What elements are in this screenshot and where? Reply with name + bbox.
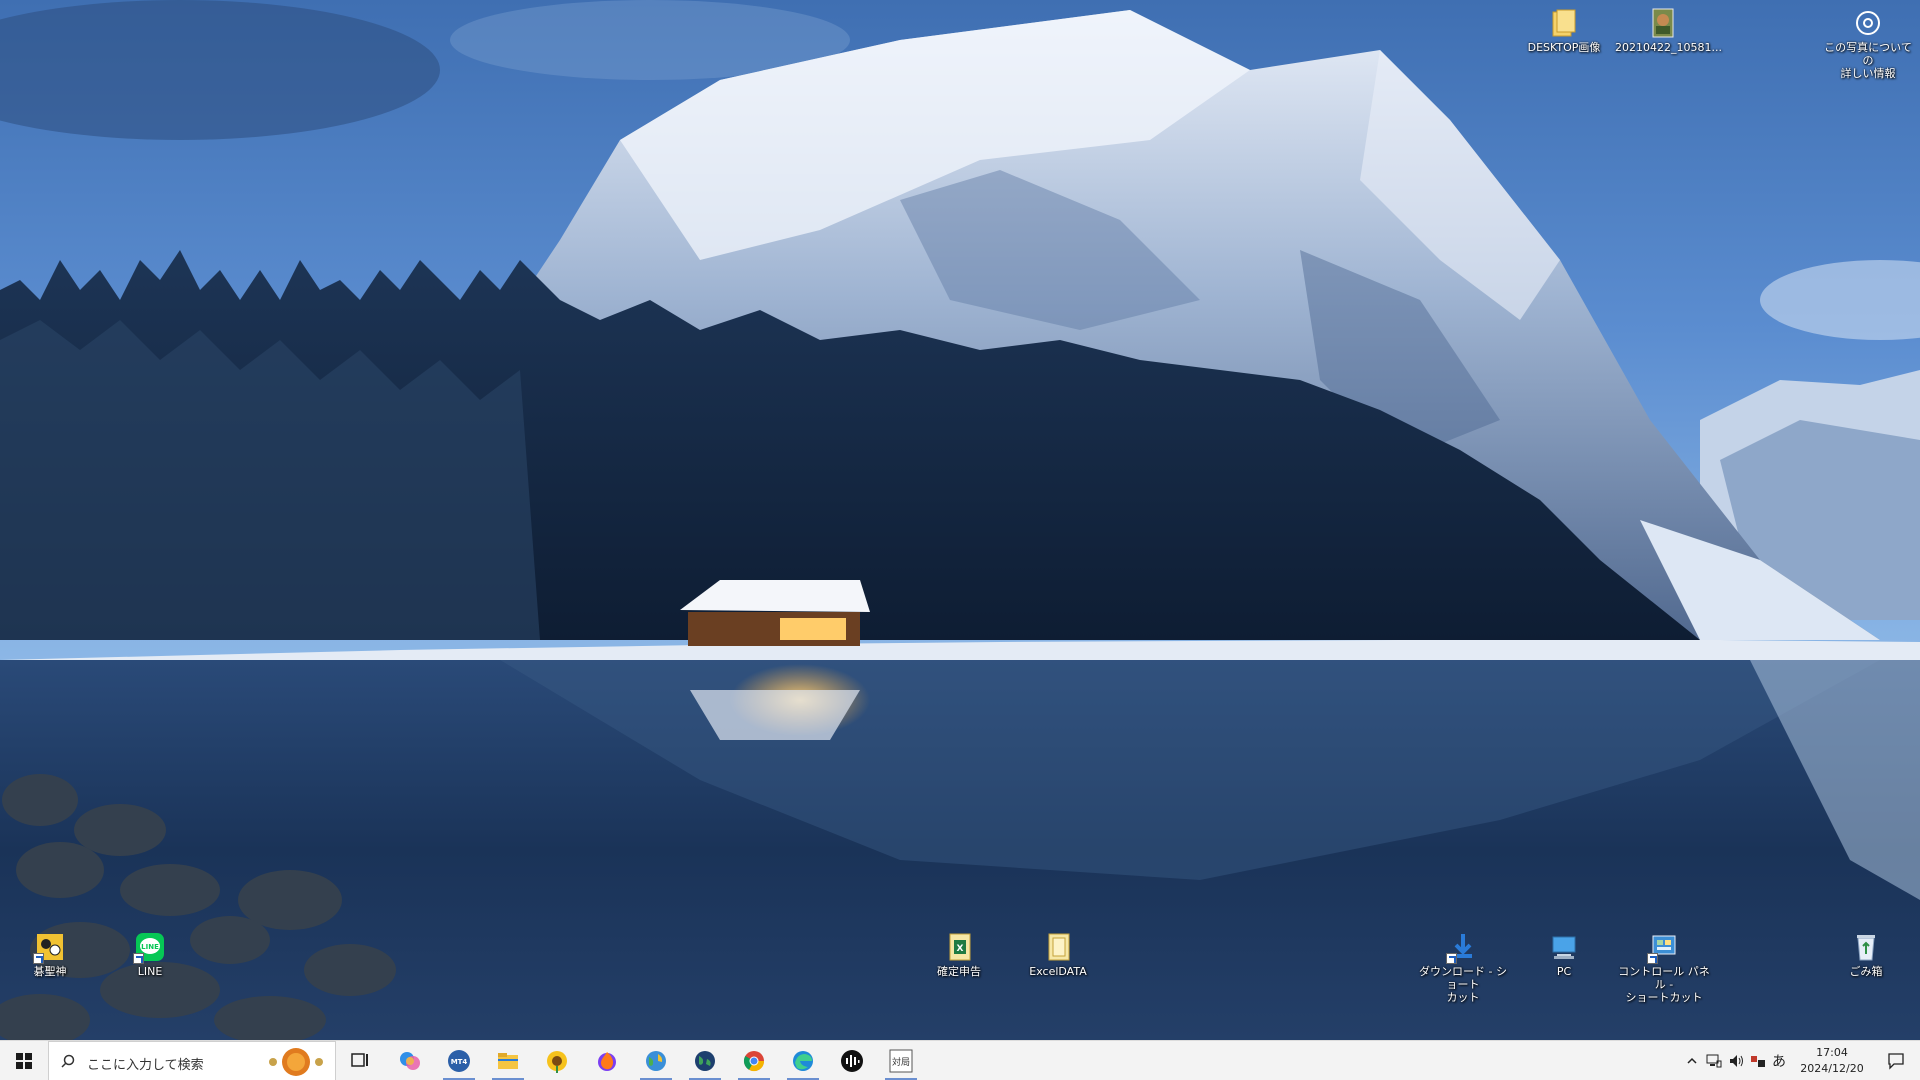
desktop-icon-label: PC <box>1556 965 1572 978</box>
desktop-icon-exceldata[interactable]: ExcelDATA <box>1010 932 1106 978</box>
desktop-icon-label-line1: ダウンロード - ショート <box>1419 965 1507 991</box>
chrome-icon <box>743 1051 765 1072</box>
taskbar-earth-app[interactable] <box>681 1041 729 1080</box>
taskbar-clock[interactable]: 17:04 2024/12/20 <box>1794 1045 1870 1077</box>
desktop-icon-line[interactable]: LINE LINE <box>102 932 198 978</box>
taskbar-sunflower-app[interactable] <box>533 1041 581 1080</box>
download-folder-icon <box>1446 932 1478 964</box>
search-icon <box>61 1054 75 1068</box>
taskbar-edge[interactable] <box>779 1041 827 1080</box>
shortcut-arrow-icon <box>1446 953 1457 964</box>
desktop-icon-label: 碁聖神 <box>33 965 67 978</box>
chevron-up-icon[interactable] <box>1686 1055 1698 1067</box>
folder-icon <box>498 1053 518 1069</box>
desktop-icon-label: LINE <box>137 965 163 978</box>
desktop-icon-label: 確定申告 <box>937 965 981 978</box>
start-button[interactable] <box>0 1041 48 1080</box>
svg-text:MT4: MT4 <box>451 1058 468 1066</box>
taskbar-file-explorer[interactable] <box>484 1041 532 1080</box>
taskbar-task-view[interactable] <box>336 1041 384 1080</box>
clock-time: 17:04 <box>1816 1046 1848 1059</box>
desktop-icon-label-line2: 詳しい情報 <box>1840 67 1896 80</box>
folder-icon <box>1549 8 1579 38</box>
taskbar-firefox[interactable] <box>583 1041 631 1080</box>
windows-logo-icon <box>16 1053 32 1069</box>
desktop-icon-label: 20210422_10581... <box>1615 41 1722 54</box>
desktop-icon-label-line2: カット <box>1446 991 1480 1004</box>
control-panel-icon <box>1647 932 1679 964</box>
image-file-icon <box>1648 8 1678 38</box>
notification-icon <box>1888 1053 1904 1070</box>
mt4-icon: MT4 <box>448 1050 470 1072</box>
desktop-icon-photo-info[interactable]: この写真についての 詳しい情報 <box>1820 8 1916 80</box>
taskbar-copilot[interactable] <box>386 1041 434 1080</box>
desktop-icon-control-panel-shortcut[interactable]: コントロール パネル - ショートカット <box>1616 932 1712 1004</box>
svg-text:X: X <box>957 944 964 954</box>
desktop-icon-label: DESKTOP画像 <box>1527 41 1601 54</box>
desktop-icon-pc[interactable]: PC <box>1516 932 1612 978</box>
waveform-icon <box>841 1050 863 1072</box>
shortcut-arrow-icon <box>1647 953 1658 964</box>
desktop-icon-desktop-images[interactable]: DESKTOP画像 <box>1516 8 1612 54</box>
desktop-icon-label-line1: コントロール パネル - <box>1618 965 1710 991</box>
desktop-icon-goseishin[interactable]: 碁聖神 <box>2 932 98 978</box>
shortcut-arrow-icon <box>133 953 144 964</box>
taskbar: ここに入力して検索 MT4 対局 あ 17:04 2024/12/20 <box>0 1040 1920 1080</box>
search-highlight-icon <box>269 1048 323 1076</box>
desktop-icon-label: ごみ箱 <box>1849 965 1883 978</box>
desktop-icon-label: ExcelDATA <box>1029 965 1087 978</box>
go-board-icon: 対局 <box>889 1049 913 1073</box>
copilot-icon <box>400 1052 420 1070</box>
svg-text:対局: 対局 <box>892 1056 910 1068</box>
desktop-icon-downloads-shortcut[interactable]: ダウンロード - ショート カット <box>1415 932 1511 1004</box>
recycle-bin-icon <box>1851 932 1881 962</box>
clock-date: 2024/12/20 <box>1800 1062 1864 1075</box>
network-icon[interactable] <box>1706 1053 1722 1069</box>
search-placeholder: ここに入力して検索 <box>87 1058 204 1073</box>
svg-text:LINE: LINE <box>141 943 159 951</box>
taskbar-go-board-app[interactable]: 対局 <box>877 1041 925 1080</box>
desktop-icon-tax-return[interactable]: X 確定申告 <box>911 932 1007 978</box>
taskbar-globe-app[interactable] <box>632 1041 680 1080</box>
flame-icon <box>598 1052 616 1071</box>
desktop-icon-photo-file[interactable]: 20210422_10581... <box>1615 8 1722 54</box>
taskbar-chrome[interactable] <box>730 1041 778 1080</box>
desktop-icon-label-line2: ショートカット <box>1625 991 1703 1004</box>
sunflower-icon <box>547 1051 567 1073</box>
wallpaper-image <box>0 0 1920 1040</box>
task-view-icon <box>351 1053 368 1067</box>
volume-icon[interactable] <box>1728 1053 1744 1069</box>
edge-icon <box>793 1051 813 1071</box>
go-game-icon <box>33 932 65 964</box>
excel-file-icon: X <box>944 932 974 962</box>
camera-info-icon <box>1853 8 1883 38</box>
taskbar-search-box[interactable]: ここに入力して検索 <box>48 1041 336 1080</box>
shortcut-arrow-icon <box>33 953 44 964</box>
desktop-icon-recycle-bin[interactable]: ごみ箱 <box>1818 932 1914 978</box>
globe-icon <box>646 1051 666 1071</box>
earth-icon <box>695 1051 715 1071</box>
taskbar-mt4[interactable]: MT4 <box>435 1041 483 1080</box>
desktop-wallpaper <box>0 0 1920 1040</box>
folder-icon <box>1043 932 1073 962</box>
pc-icon <box>1549 932 1579 962</box>
desktop-icon-label-line1: この写真についての <box>1824 41 1912 67</box>
ime-tool-icon[interactable] <box>1750 1053 1766 1069</box>
line-app-icon: LINE <box>133 932 165 964</box>
ime-mode-indicator[interactable]: あ <box>1772 1051 1786 1071</box>
action-center-button[interactable] <box>1872 1041 1920 1080</box>
taskbar-audio-app[interactable] <box>828 1041 876 1080</box>
